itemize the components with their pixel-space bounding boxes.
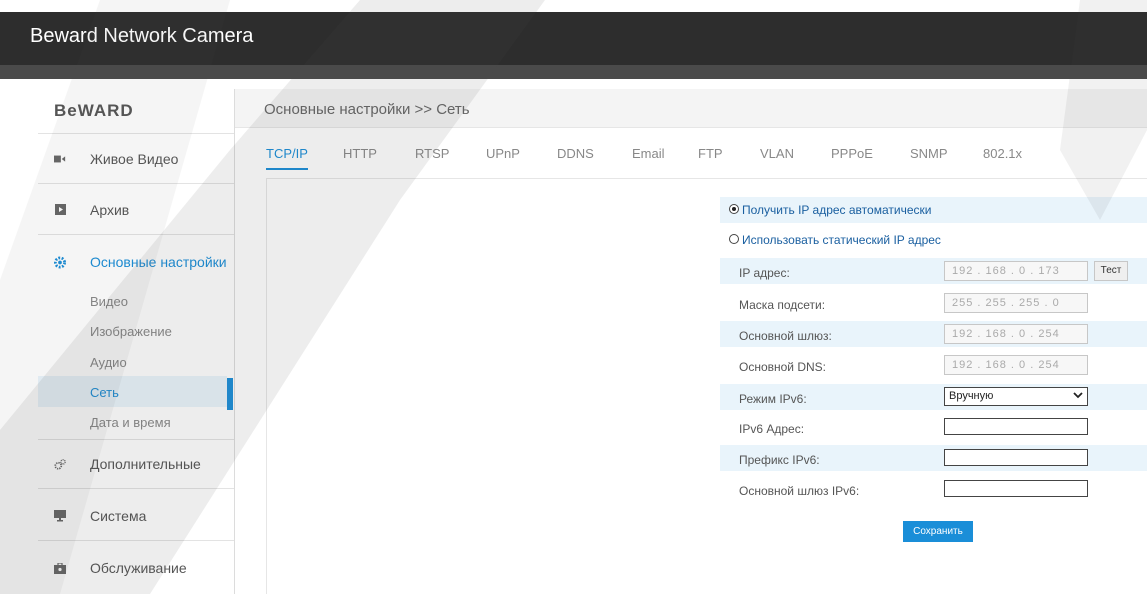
sidebar-item-label: Дополнительные	[90, 456, 201, 472]
gears-icon	[54, 458, 66, 470]
gateway-field: 192 . 168 . 0 . 254	[944, 324, 1088, 344]
tabs-divider	[266, 178, 1147, 179]
test-button[interactable]: Тест	[1094, 261, 1128, 281]
row-ipv6-address: IPv6 Адрес:	[720, 414, 1147, 441]
row-gateway: Основной шлюз: 192 . 168 . 0 . 254	[720, 321, 1147, 348]
sidebar-item-maintenance[interactable]: Обслуживание	[38, 543, 234, 593]
sidebar: BeWARD Живое Видео Архив Основные настро…	[38, 89, 235, 594]
tab-8021x[interactable]: 802.1x	[983, 146, 1022, 161]
play-icon	[54, 204, 66, 216]
app-header: Beward Network Camera	[0, 12, 1147, 65]
ipv6-gateway-label: Основной шлюз IPv6:	[739, 484, 860, 498]
tab-ddns[interactable]: DDNS	[557, 146, 594, 161]
ip-address-field: 192 . 168 . 0 . 173	[944, 261, 1088, 281]
beward-logo: BeWARD	[54, 101, 134, 120]
subnet-mask-field: 255 . 255 . 255 . 0	[944, 293, 1088, 313]
ipv6-mode-value: Вручную	[949, 390, 994, 402]
dns-label: Основной DNS:	[739, 360, 827, 374]
row-subnet-mask: Маска подсети: 255 . 255 . 255 . 0	[720, 290, 1147, 317]
tab-email[interactable]: Email	[632, 146, 665, 161]
sidebar-subitem-image[interactable]: Изображение	[90, 324, 172, 339]
radio-static-ip-label[interactable]: Использовать статический IP адрес	[742, 233, 941, 247]
sidebar-subitem-video[interactable]: Видео	[90, 294, 128, 309]
row-ip-address: IP адрес: 192 . 168 . 0 . 173 Тест	[720, 258, 1147, 285]
video-camera-icon	[54, 153, 66, 165]
tab-ftp[interactable]: FTP	[698, 146, 723, 161]
dns-field: 192 . 168 . 0 . 254	[944, 355, 1088, 375]
active-sub-background	[38, 376, 227, 407]
content-header: Основные настройки >> Сеть	[235, 89, 1147, 128]
sidebar-item-advanced[interactable]: Дополнительные	[38, 439, 234, 489]
ipv6-address-label: IPv6 Адрес:	[739, 422, 805, 436]
tab-pppoe[interactable]: PPPoE	[831, 146, 873, 161]
page: Beward Network Camera BeWARD Живое Видео…	[0, 0, 1147, 594]
ipv6-mode-select[interactable]: Вручную	[944, 387, 1088, 406]
sidebar-item-live-video[interactable]: Живое Видео	[38, 134, 234, 184]
monitor-icon	[54, 509, 66, 522]
sidebar-item-archive[interactable]: Архив	[38, 185, 234, 235]
sidebar-item-label: Система	[90, 507, 147, 524]
active-item-marker	[227, 378, 233, 410]
breadcrumb: Основные настройки >> Сеть	[264, 101, 470, 118]
tab-upnp[interactable]: UPnP	[486, 146, 520, 161]
active-tab-indicator	[266, 168, 308, 170]
ip-address-label: IP адрес:	[739, 266, 790, 280]
sidebar-item-label: Архив	[90, 201, 130, 218]
sidebar-item-basic-settings[interactable]: Основные настройки	[38, 237, 234, 287]
tab-rtsp[interactable]: RTSP	[415, 146, 449, 161]
radio-row-auto[interactable]: Получить IP адрес автоматически	[720, 197, 1147, 224]
tab-http[interactable]: HTTP	[343, 146, 377, 161]
chevron-down-icon	[1073, 390, 1083, 402]
gateway-label: Основной шлюз:	[739, 329, 832, 343]
sidebar-subitem-audio[interactable]: Аудио	[90, 355, 127, 370]
row-dns: Основной DNS: 192 . 168 . 0 . 254	[720, 352, 1147, 379]
content-border	[266, 178, 267, 594]
save-button[interactable]: Сохранить	[903, 521, 973, 542]
row-ipv6-mode: Режим IPv6: Вручную	[720, 384, 1147, 411]
tab-snmp[interactable]: SNMP	[910, 146, 948, 161]
row-ipv6-gateway: Основной шлюз IPv6:	[720, 476, 1147, 503]
row-ipv6-prefix: Префикс IPv6:	[720, 445, 1147, 472]
sidebar-item-label: Живое Видео	[90, 150, 179, 167]
radio-row-static[interactable]: Использовать статический IP адрес	[720, 227, 1147, 254]
header-subbar	[0, 65, 1147, 79]
ipv6-mode-label: Режим IPv6:	[739, 392, 807, 406]
tab-tcpip[interactable]: TCP/IP	[266, 146, 308, 161]
ipv6-prefix-label: Префикс IPv6:	[739, 453, 820, 467]
sidebar-item-system[interactable]: Система	[38, 491, 234, 541]
ipv6-prefix-input[interactable]	[944, 449, 1088, 466]
toolbox-icon	[54, 562, 66, 574]
radio-static-ip[interactable]	[729, 234, 739, 244]
sidebar-item-label: Обслуживание	[90, 560, 187, 576]
gear-icon	[54, 256, 66, 268]
sidebar-subitem-date-time[interactable]: Дата и время	[90, 415, 171, 430]
app-title: Beward Network Camera	[30, 25, 254, 47]
sidebar-item-label: Основные настройки	[90, 254, 227, 270]
ipv6-address-input[interactable]	[944, 418, 1088, 435]
radio-auto-ip[interactable]	[729, 204, 739, 214]
tab-vlan[interactable]: VLAN	[760, 146, 794, 161]
subnet-mask-label: Маска подсети:	[739, 298, 826, 312]
ipv6-gateway-input[interactable]	[944, 480, 1088, 497]
radio-auto-ip-label[interactable]: Получить IP адрес автоматически	[742, 203, 931, 217]
sidebar-subitem-network[interactable]: Сеть	[90, 385, 119, 400]
